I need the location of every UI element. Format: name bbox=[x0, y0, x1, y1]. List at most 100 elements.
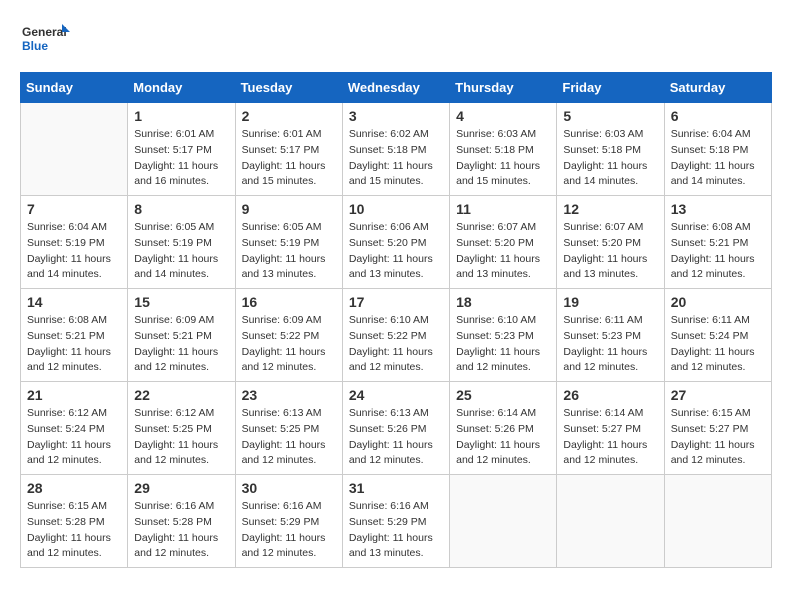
day-number: 28 bbox=[27, 480, 121, 496]
weekday-header-sunday: Sunday bbox=[21, 73, 128, 103]
calendar-week-1: 1 Sunrise: 6:01 AM Sunset: 5:17 PM Dayli… bbox=[21, 103, 772, 196]
day-info: Sunrise: 6:07 AM Sunset: 5:20 PM Dayligh… bbox=[456, 220, 550, 283]
day-info: Sunrise: 6:12 AM Sunset: 5:24 PM Dayligh… bbox=[27, 406, 121, 469]
day-info: Sunrise: 6:11 AM Sunset: 5:24 PM Dayligh… bbox=[671, 313, 765, 376]
calendar-cell: 8 Sunrise: 6:05 AM Sunset: 5:19 PM Dayli… bbox=[128, 196, 235, 289]
calendar-cell: 15 Sunrise: 6:09 AM Sunset: 5:21 PM Dayl… bbox=[128, 289, 235, 382]
day-info: Sunrise: 6:14 AM Sunset: 5:26 PM Dayligh… bbox=[456, 406, 550, 469]
weekday-header-monday: Monday bbox=[128, 73, 235, 103]
day-number: 31 bbox=[349, 480, 443, 496]
calendar-cell: 4 Sunrise: 6:03 AM Sunset: 5:18 PM Dayli… bbox=[450, 103, 557, 196]
calendar-cell: 3 Sunrise: 6:02 AM Sunset: 5:18 PM Dayli… bbox=[342, 103, 449, 196]
calendar-body: 1 Sunrise: 6:01 AM Sunset: 5:17 PM Dayli… bbox=[21, 103, 772, 568]
calendar-cell: 25 Sunrise: 6:14 AM Sunset: 5:26 PM Dayl… bbox=[450, 382, 557, 475]
day-number: 6 bbox=[671, 108, 765, 124]
logo: General Blue bbox=[20, 20, 70, 62]
calendar-week-2: 7 Sunrise: 6:04 AM Sunset: 5:19 PM Dayli… bbox=[21, 196, 772, 289]
weekday-header-friday: Friday bbox=[557, 73, 664, 103]
day-number: 29 bbox=[134, 480, 228, 496]
calendar-cell: 11 Sunrise: 6:07 AM Sunset: 5:20 PM Dayl… bbox=[450, 196, 557, 289]
day-number: 8 bbox=[134, 201, 228, 217]
day-info: Sunrise: 6:07 AM Sunset: 5:20 PM Dayligh… bbox=[563, 220, 657, 283]
calendar-cell: 5 Sunrise: 6:03 AM Sunset: 5:18 PM Dayli… bbox=[557, 103, 664, 196]
day-number: 18 bbox=[456, 294, 550, 310]
day-number: 21 bbox=[27, 387, 121, 403]
day-number: 11 bbox=[456, 201, 550, 217]
day-number: 5 bbox=[563, 108, 657, 124]
calendar-cell: 17 Sunrise: 6:10 AM Sunset: 5:22 PM Dayl… bbox=[342, 289, 449, 382]
day-number: 23 bbox=[242, 387, 336, 403]
calendar-week-3: 14 Sunrise: 6:08 AM Sunset: 5:21 PM Dayl… bbox=[21, 289, 772, 382]
calendar-cell: 14 Sunrise: 6:08 AM Sunset: 5:21 PM Dayl… bbox=[21, 289, 128, 382]
calendar-cell: 2 Sunrise: 6:01 AM Sunset: 5:17 PM Dayli… bbox=[235, 103, 342, 196]
day-number: 25 bbox=[456, 387, 550, 403]
day-number: 30 bbox=[242, 480, 336, 496]
page-header: General Blue bbox=[20, 20, 772, 62]
day-info: Sunrise: 6:14 AM Sunset: 5:27 PM Dayligh… bbox=[563, 406, 657, 469]
calendar-week-5: 28 Sunrise: 6:15 AM Sunset: 5:28 PM Dayl… bbox=[21, 475, 772, 568]
day-info: Sunrise: 6:13 AM Sunset: 5:26 PM Dayligh… bbox=[349, 406, 443, 469]
calendar-cell bbox=[450, 475, 557, 568]
calendar-cell: 31 Sunrise: 6:16 AM Sunset: 5:29 PM Dayl… bbox=[342, 475, 449, 568]
day-number: 27 bbox=[671, 387, 765, 403]
day-number: 4 bbox=[456, 108, 550, 124]
day-info: Sunrise: 6:11 AM Sunset: 5:23 PM Dayligh… bbox=[563, 313, 657, 376]
day-number: 12 bbox=[563, 201, 657, 217]
day-number: 24 bbox=[349, 387, 443, 403]
day-number: 15 bbox=[134, 294, 228, 310]
calendar-cell: 6 Sunrise: 6:04 AM Sunset: 5:18 PM Dayli… bbox=[664, 103, 771, 196]
calendar-cell bbox=[557, 475, 664, 568]
day-info: Sunrise: 6:08 AM Sunset: 5:21 PM Dayligh… bbox=[27, 313, 121, 376]
calendar-cell: 27 Sunrise: 6:15 AM Sunset: 5:27 PM Dayl… bbox=[664, 382, 771, 475]
day-info: Sunrise: 6:01 AM Sunset: 5:17 PM Dayligh… bbox=[242, 127, 336, 190]
day-number: 7 bbox=[27, 201, 121, 217]
day-info: Sunrise: 6:06 AM Sunset: 5:20 PM Dayligh… bbox=[349, 220, 443, 283]
calendar-cell: 13 Sunrise: 6:08 AM Sunset: 5:21 PM Dayl… bbox=[664, 196, 771, 289]
day-info: Sunrise: 6:12 AM Sunset: 5:25 PM Dayligh… bbox=[134, 406, 228, 469]
day-number: 3 bbox=[349, 108, 443, 124]
day-number: 16 bbox=[242, 294, 336, 310]
weekday-header-saturday: Saturday bbox=[664, 73, 771, 103]
day-info: Sunrise: 6:08 AM Sunset: 5:21 PM Dayligh… bbox=[671, 220, 765, 283]
day-info: Sunrise: 6:15 AM Sunset: 5:28 PM Dayligh… bbox=[27, 499, 121, 562]
day-number: 9 bbox=[242, 201, 336, 217]
calendar-week-4: 21 Sunrise: 6:12 AM Sunset: 5:24 PM Dayl… bbox=[21, 382, 772, 475]
day-number: 1 bbox=[134, 108, 228, 124]
day-info: Sunrise: 6:10 AM Sunset: 5:23 PM Dayligh… bbox=[456, 313, 550, 376]
weekday-header-thursday: Thursday bbox=[450, 73, 557, 103]
day-info: Sunrise: 6:03 AM Sunset: 5:18 PM Dayligh… bbox=[563, 127, 657, 190]
day-info: Sunrise: 6:04 AM Sunset: 5:19 PM Dayligh… bbox=[27, 220, 121, 283]
calendar-cell: 19 Sunrise: 6:11 AM Sunset: 5:23 PM Dayl… bbox=[557, 289, 664, 382]
day-number: 26 bbox=[563, 387, 657, 403]
day-info: Sunrise: 6:04 AM Sunset: 5:18 PM Dayligh… bbox=[671, 127, 765, 190]
calendar-cell: 16 Sunrise: 6:09 AM Sunset: 5:22 PM Dayl… bbox=[235, 289, 342, 382]
calendar-cell: 23 Sunrise: 6:13 AM Sunset: 5:25 PM Dayl… bbox=[235, 382, 342, 475]
calendar-cell: 18 Sunrise: 6:10 AM Sunset: 5:23 PM Dayl… bbox=[450, 289, 557, 382]
weekday-header-wednesday: Wednesday bbox=[342, 73, 449, 103]
day-number: 19 bbox=[563, 294, 657, 310]
day-info: Sunrise: 6:05 AM Sunset: 5:19 PM Dayligh… bbox=[134, 220, 228, 283]
calendar-cell bbox=[21, 103, 128, 196]
day-info: Sunrise: 6:16 AM Sunset: 5:29 PM Dayligh… bbox=[242, 499, 336, 562]
calendar-cell: 26 Sunrise: 6:14 AM Sunset: 5:27 PM Dayl… bbox=[557, 382, 664, 475]
day-info: Sunrise: 6:15 AM Sunset: 5:27 PM Dayligh… bbox=[671, 406, 765, 469]
day-info: Sunrise: 6:10 AM Sunset: 5:22 PM Dayligh… bbox=[349, 313, 443, 376]
calendar-cell: 9 Sunrise: 6:05 AM Sunset: 5:19 PM Dayli… bbox=[235, 196, 342, 289]
weekday-header-tuesday: Tuesday bbox=[235, 73, 342, 103]
calendar-cell: 29 Sunrise: 6:16 AM Sunset: 5:28 PM Dayl… bbox=[128, 475, 235, 568]
logo-svg: General Blue bbox=[20, 20, 70, 62]
day-info: Sunrise: 6:16 AM Sunset: 5:28 PM Dayligh… bbox=[134, 499, 228, 562]
calendar-cell: 1 Sunrise: 6:01 AM Sunset: 5:17 PM Dayli… bbox=[128, 103, 235, 196]
calendar-cell: 22 Sunrise: 6:12 AM Sunset: 5:25 PM Dayl… bbox=[128, 382, 235, 475]
calendar-table: SundayMondayTuesdayWednesdayThursdayFrid… bbox=[20, 72, 772, 568]
svg-text:Blue: Blue bbox=[22, 39, 48, 53]
calendar-cell: 12 Sunrise: 6:07 AM Sunset: 5:20 PM Dayl… bbox=[557, 196, 664, 289]
day-number: 20 bbox=[671, 294, 765, 310]
calendar-header: SundayMondayTuesdayWednesdayThursdayFrid… bbox=[21, 73, 772, 103]
weekday-header-row: SundayMondayTuesdayWednesdayThursdayFrid… bbox=[21, 73, 772, 103]
day-number: 13 bbox=[671, 201, 765, 217]
day-info: Sunrise: 6:16 AM Sunset: 5:29 PM Dayligh… bbox=[349, 499, 443, 562]
calendar-cell: 7 Sunrise: 6:04 AM Sunset: 5:19 PM Dayli… bbox=[21, 196, 128, 289]
calendar-cell: 20 Sunrise: 6:11 AM Sunset: 5:24 PM Dayl… bbox=[664, 289, 771, 382]
calendar-cell: 24 Sunrise: 6:13 AM Sunset: 5:26 PM Dayl… bbox=[342, 382, 449, 475]
